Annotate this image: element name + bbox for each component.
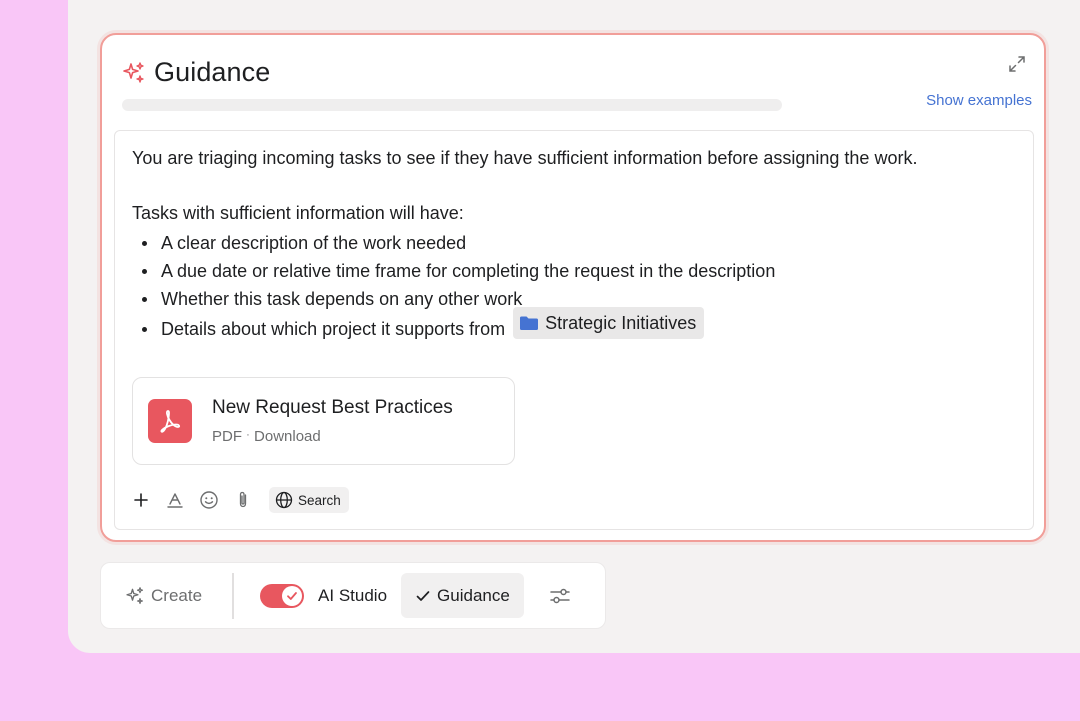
guidance-button[interactable]: Guidance (401, 573, 524, 618)
web-search-label: Search (298, 492, 341, 508)
plus-icon[interactable] (129, 488, 153, 512)
paperclip-icon[interactable] (231, 488, 255, 512)
list-item: A due date or relative time frame for co… (142, 257, 775, 285)
attachment-meta: PDF · Download (212, 428, 321, 445)
sliders-icon[interactable] (548, 584, 572, 608)
sparkle-icon (123, 61, 144, 83)
list-item: A clear description of the work needed (142, 229, 775, 257)
editor-subhead-text: Tasks with sufficient information will h… (132, 203, 464, 223)
create-button[interactable]: Create (125, 586, 202, 606)
list-item: Details about which project it supports … (142, 307, 775, 345)
globe-icon (275, 491, 293, 509)
checkmark-icon (416, 590, 430, 601)
bullet-icon (142, 268, 147, 274)
emoji-icon[interactable] (197, 488, 221, 512)
expand-icon[interactable] (1008, 55, 1026, 73)
bullet-icon (142, 326, 147, 332)
card-header: Guidance (122, 57, 270, 88)
show-examples-link[interactable]: Show examples (926, 92, 1032, 109)
card-title: Guidance (154, 57, 271, 87)
attachment-name: New Request Best Practices (212, 397, 453, 418)
web-search-button[interactable]: Search (269, 487, 349, 513)
sparkle-icon (126, 586, 144, 604)
editor-intro-text: You are triaging incoming tasks to see i… (132, 148, 918, 168)
criteria-list: A clear description of the work needed A… (142, 229, 775, 345)
loading-placeholder-bar (122, 99, 782, 111)
attachment-card[interactable]: New Request Best Practices PDF · Downloa… (132, 377, 515, 465)
bullet-icon (142, 296, 147, 302)
create-label: Create (151, 585, 203, 605)
project-chip-label: Strategic Initiatives (545, 313, 697, 333)
text-format-icon[interactable] (163, 488, 187, 512)
mode-bar: Create AI Studio Guidance (100, 562, 606, 629)
check-icon (282, 585, 303, 606)
ai-studio-toggle[interactable] (260, 583, 305, 608)
download-link[interactable]: Download (254, 428, 321, 445)
folder-icon (520, 316, 539, 330)
bullet-icon (142, 240, 147, 246)
guidance-card: Guidance Show examples You are triaging … (100, 33, 1046, 542)
project-chip[interactable]: Strategic Initiatives (513, 307, 705, 339)
guidance-button-label: Guidance (437, 585, 510, 605)
guidance-editor[interactable]: You are triaging incoming tasks to see i… (114, 130, 1034, 530)
pdf-icon (148, 399, 192, 443)
divider (232, 572, 235, 619)
ai-studio-label: AI Studio (318, 585, 388, 605)
editor-toolbar: Search (129, 487, 349, 513)
